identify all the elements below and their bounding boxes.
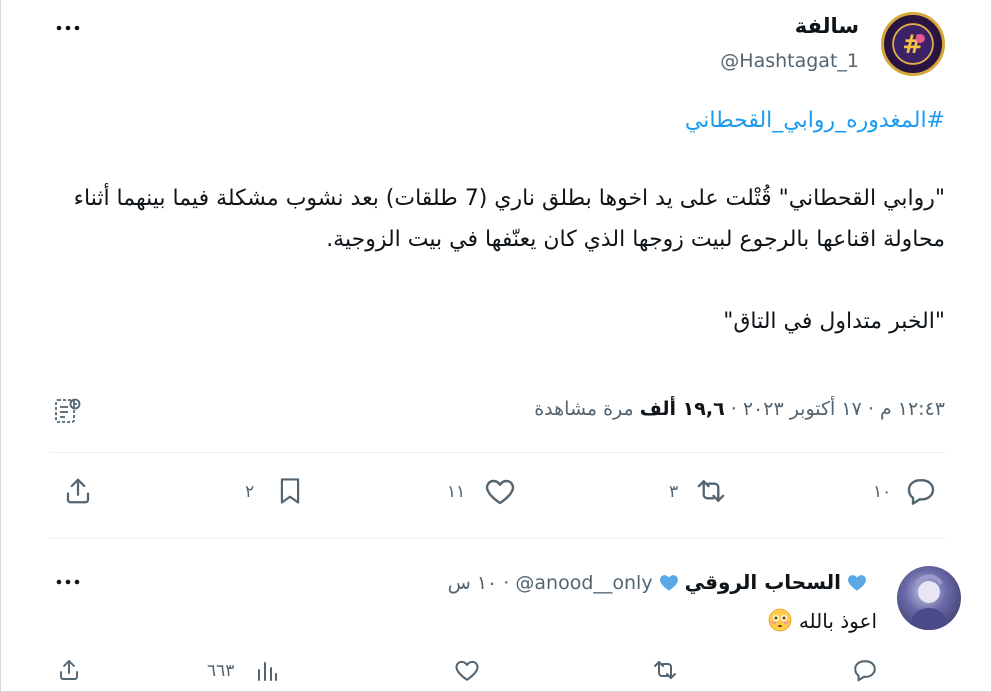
- bookmark-count: ٢: [245, 482, 255, 502]
- author-handle[interactable]: @Hashtagat_1: [720, 50, 859, 72]
- share-icon[interactable]: [63, 476, 93, 506]
- reply-views-count: ٦٦٣: [207, 661, 235, 681]
- reply-author-name[interactable]: السحاب الروقي: [685, 570, 841, 594]
- reply-text: اعوذ بالله: [798, 609, 877, 633]
- tweet-detail-panel: # سالفة @Hashtagat_1 #المغدوره_روابي_الق…: [0, 0, 992, 692]
- flushed-face-emoji: [768, 608, 792, 632]
- meta-separator: ·: [730, 398, 737, 420]
- author-avatar[interactable]: #: [881, 12, 945, 76]
- retweet-icon[interactable]: [651, 658, 679, 682]
- views-icon[interactable]: [255, 659, 279, 683]
- like-icon[interactable]: [454, 658, 480, 682]
- more-icon[interactable]: [55, 18, 81, 38]
- divider: [49, 538, 945, 539]
- reply-icon[interactable]: [905, 476, 937, 506]
- share-icon[interactable]: [57, 658, 81, 682]
- reply-handle[interactable]: @anood__only: [515, 572, 652, 594]
- meta-separator: ·: [867, 398, 874, 420]
- tweet-meta: ١٢:٤٣ م · ١٧ أكتوبر ٢٠٢٣ · ١٩,٦ ألف مرة …: [534, 398, 945, 420]
- reply-header: السحاب الروقي @anood__only · ١٠ س: [448, 570, 867, 594]
- blue-heart-icon: [659, 573, 679, 591]
- reply-time[interactable]: ١٠ س: [448, 572, 498, 594]
- author-name[interactable]: سالفة: [795, 14, 859, 38]
- like-icon[interactable]: [484, 476, 516, 506]
- views-label: مرة مشاهدة: [534, 398, 634, 420]
- tweet-time[interactable]: ١٢:٤٣ م: [880, 398, 945, 420]
- grok-icon[interactable]: [53, 396, 83, 426]
- retweet-count: ٣: [669, 482, 679, 502]
- svg-text:#: #: [902, 29, 923, 59]
- tweet-date[interactable]: ١٧ أكتوبر ٢٠٢٣: [743, 398, 862, 420]
- blue-heart-icon: [847, 573, 867, 591]
- retweet-icon[interactable]: [694, 476, 728, 506]
- views-count: ١٩,٦ ألف: [639, 398, 725, 420]
- reply-count: ١٠: [873, 482, 892, 502]
- like-count: ١١: [447, 482, 466, 502]
- more-icon[interactable]: [55, 572, 81, 592]
- hashtag-link[interactable]: #المغدوره_روابي_القحطاني: [685, 108, 945, 133]
- reply-icon[interactable]: [852, 658, 878, 682]
- bookmark-icon[interactable]: [276, 476, 304, 506]
- divider: [49, 452, 945, 453]
- reply-avatar[interactable]: [897, 566, 961, 630]
- reply-body: اعوذ بالله: [768, 608, 877, 633]
- tweet-body: "روابي القحطاني" قُتْلت على يد اخوها بطل…: [73, 186, 945, 334]
- reply-separator: ·: [503, 572, 510, 594]
